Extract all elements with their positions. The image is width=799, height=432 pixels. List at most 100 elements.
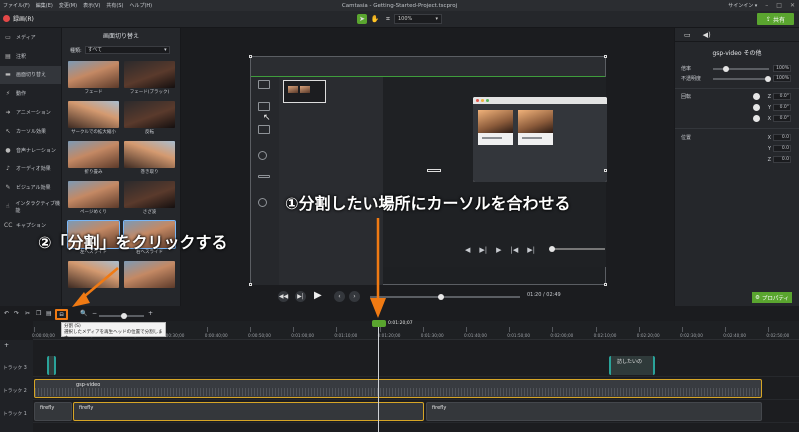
sidebar-item-behaviors[interactable]: ⚡ 動作	[0, 84, 61, 103]
transition-item-fade-black[interactable]: フェード(ブラック)	[124, 61, 175, 97]
menu-modify[interactable]: 変更(M)	[59, 2, 77, 9]
transition-item-page-turn[interactable]: ページめくり	[68, 181, 119, 217]
transition-item[interactable]	[124, 261, 175, 297]
scale-slider[interactable]	[713, 65, 769, 72]
zoom-out-icon[interactable]: −	[92, 310, 97, 317]
timeline-clip-firefly[interactable]: firefly	[34, 402, 72, 421]
track-label-3[interactable]: トラック 3	[3, 364, 27, 371]
filter-select[interactable]: すべて ▾	[84, 46, 170, 54]
timeline-clip-firefly[interactable]: firefly	[73, 402, 424, 421]
prev-marker-button[interactable]: ‹	[334, 291, 345, 302]
menu-view[interactable]: 表示(V)	[83, 2, 100, 9]
transition-item-roll[interactable]: 巻き取り	[124, 141, 175, 177]
signin-link[interactable]: サインイン ▾	[728, 2, 757, 9]
slider-knob[interactable]	[121, 313, 127, 319]
sidebar-item-media[interactable]: ▭ メディア	[0, 28, 61, 47]
track-label-2[interactable]: トラック 2	[3, 387, 27, 394]
menu-share[interactable]: 共有(S)	[106, 2, 123, 9]
rotate-x-icon[interactable]	[753, 115, 760, 122]
rotate-z-icon[interactable]	[753, 93, 760, 100]
timeline-clip[interactable]	[47, 356, 56, 375]
crop-tool-icon[interactable]: ⌗	[383, 14, 393, 24]
menu-file[interactable]: ファイル(F)	[3, 2, 30, 9]
prev-frame-button[interactable]: ◀◀	[278, 291, 289, 302]
sidebar-item-visual-effects[interactable]: ✎ ビジュアル効果	[0, 178, 61, 197]
zoom-select[interactable]: 100% ▾	[394, 14, 442, 24]
record-button[interactable]: 録画(R)	[3, 14, 34, 23]
resize-handle[interactable]	[604, 169, 607, 172]
properties-button[interactable]: ⚙ プロパティ	[752, 292, 792, 303]
video-tab-icon[interactable]: ▭	[684, 31, 691, 39]
minimize-icon[interactable]: –	[765, 2, 768, 9]
share-button[interactable]: ⇪ 共有	[757, 13, 794, 25]
rotate-y-icon[interactable]	[753, 104, 760, 111]
transition-item-fade[interactable]: フェード	[68, 61, 119, 97]
transition-item-flip[interactable]: 反転	[124, 101, 175, 137]
close-icon[interactable]: ✕	[790, 2, 795, 9]
paste-icon[interactable]: ▤	[46, 310, 52, 317]
video-preview[interactable]: ◀ ▶| ▶ |◀ ▶|	[249, 55, 607, 286]
zoom-in-icon[interactable]: +	[148, 310, 153, 317]
opacity-slider[interactable]	[713, 75, 771, 82]
step-back-button[interactable]: ▶|	[295, 291, 306, 302]
timeline-clip[interactable]: 訪したいの	[609, 356, 655, 375]
position-x-value[interactable]: 0.0	[773, 134, 791, 141]
add-track-icon[interactable]: +	[4, 342, 9, 349]
sidebar-item-interactivity[interactable]: ☝ インタラクティブ機能	[0, 197, 61, 216]
position-label: 位置	[681, 135, 692, 141]
resize-handle[interactable]	[249, 55, 252, 58]
time-display: 01:20 / 02:49	[527, 292, 561, 298]
center-handle[interactable]	[427, 169, 441, 172]
transition-item-circle-zoom[interactable]: サークルでの拡大縮小	[68, 101, 119, 137]
rotation-y-value[interactable]: 0.0°	[773, 104, 791, 111]
transition-item[interactable]	[68, 261, 119, 297]
skip-back-icon: |◀	[510, 246, 519, 254]
sidebar-item-transitions[interactable]: ▬ 画面切り替え	[0, 65, 61, 85]
opacity-value[interactable]: 100%	[773, 75, 791, 82]
redo-icon[interactable]: ↷	[14, 310, 19, 317]
select-tool-icon[interactable]: ➤	[357, 14, 367, 24]
slider-knob[interactable]	[723, 65, 729, 72]
timeline-clip-gsp-video[interactable]: gsp-video	[34, 379, 762, 398]
sidebar-item-audio-effects[interactable]: ♪ オーディオ効果	[0, 160, 61, 179]
sidebar-item-animations[interactable]: ➜ アニメーション	[0, 103, 61, 122]
preview-topbar	[251, 57, 605, 77]
menu-edit[interactable]: 編集(E)	[36, 2, 53, 9]
split-button[interactable]: ⊟	[55, 309, 68, 320]
rotation-z-value[interactable]: 0.0°	[773, 93, 791, 100]
next-marker-button[interactable]: ›	[349, 291, 360, 302]
scale-value[interactable]: 100%	[773, 65, 791, 72]
sidebar-item-annotations[interactable]: ▤ 注釈	[0, 47, 61, 66]
play-button[interactable]: ▶	[314, 290, 322, 301]
cut-icon[interactable]: ✂	[25, 310, 30, 317]
resize-handle[interactable]	[604, 55, 607, 58]
timeline-clip-firefly[interactable]: firefly	[426, 402, 762, 421]
transition-thumbnail	[124, 61, 175, 88]
zoom-search-icon[interactable]: 🔍	[80, 310, 87, 317]
pan-tool-icon[interactable]: ✋	[370, 14, 380, 24]
slider-knob[interactable]	[765, 75, 771, 82]
position-z-value[interactable]: 0.0	[773, 156, 791, 163]
sidebar-item-voice-narration[interactable]: ● 音声ナレーション	[0, 141, 61, 160]
rotation-x-value[interactable]: 0.0°	[773, 115, 791, 122]
undo-icon[interactable]: ↶	[4, 310, 9, 317]
transition-item-ripple[interactable]: さざ波	[124, 181, 175, 217]
transition-item-fold[interactable]: 折り畳み	[68, 141, 119, 177]
playhead[interactable]	[378, 321, 379, 432]
ruler-tick-label: 0:01:50;00	[507, 333, 531, 338]
track-label-1[interactable]: トラック 1	[3, 410, 27, 417]
maximize-icon[interactable]: □	[776, 2, 782, 9]
share-label: 共有	[773, 16, 786, 24]
clip-label: firefly	[79, 405, 94, 411]
transition-label: サークルでの拡大縮小	[71, 130, 116, 135]
scrubber-knob[interactable]	[438, 294, 444, 300]
menu-help[interactable]: ヘルプ(H)	[129, 2, 152, 9]
position-y-value[interactable]: 0.0	[773, 145, 791, 152]
timeline-zoom-slider[interactable]	[99, 313, 144, 319]
playback-scrubber[interactable]	[370, 294, 520, 300]
track-labels: トラック 3 トラック 2 トラック 1 +	[0, 340, 33, 432]
copy-icon[interactable]: ❐	[36, 310, 41, 317]
sidebar-item-cursor-effects[interactable]: ↖ カーソル効果	[0, 122, 61, 141]
playhead-handle[interactable]	[372, 320, 386, 327]
audio-tab-icon[interactable]: ◀)	[703, 31, 711, 39]
